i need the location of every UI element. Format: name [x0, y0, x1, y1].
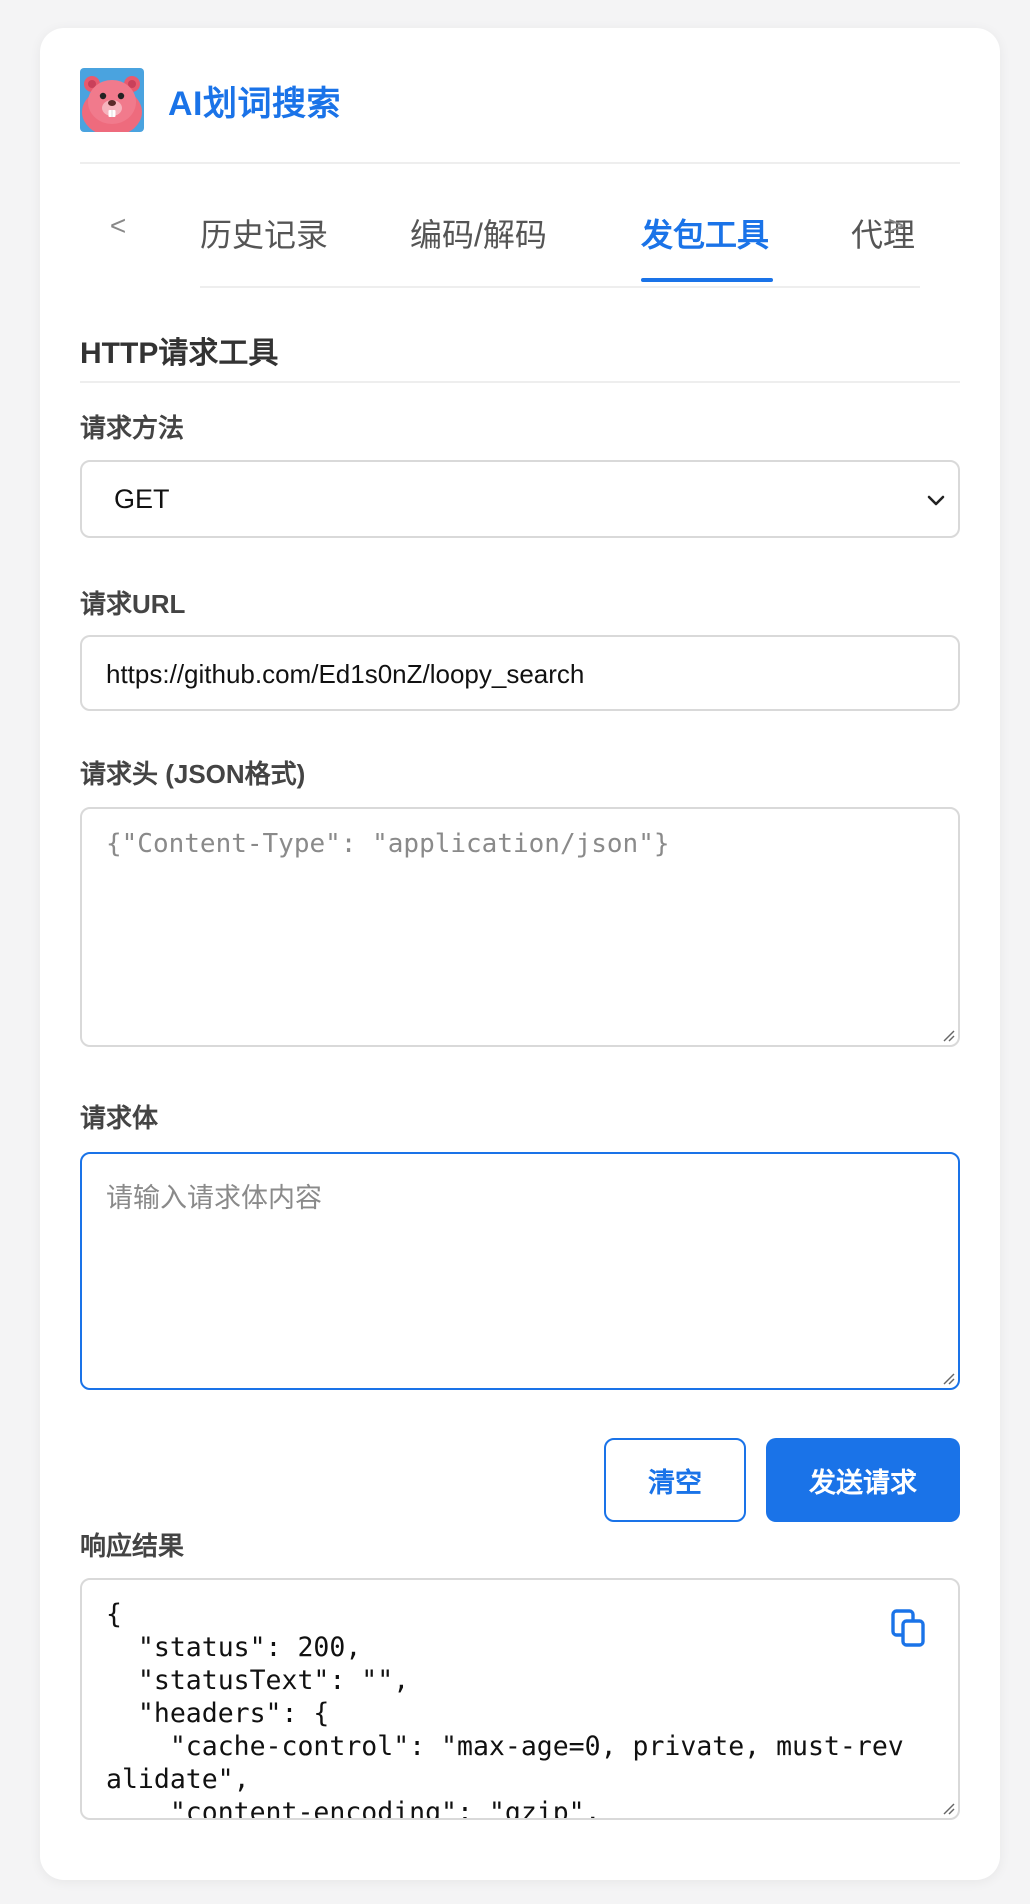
tab-bar: < 历史记录 编码/解码 发包工具 代理 > [80, 190, 960, 288]
method-label: 请求方法 [80, 413, 185, 443]
response-output[interactable]: { "status": 200, "statusText": "", "head… [80, 1578, 960, 1820]
tab-packet-tool[interactable]: 发包工具 [641, 210, 769, 256]
body-placeholder: 请输入请求体内容 [106, 1183, 322, 1213]
headers-placeholder: {"Content-Type": "application/json"} [106, 829, 670, 859]
body-label: 请求体 [80, 1103, 159, 1133]
app-title: AI划词搜索 [168, 84, 341, 123]
resize-grip-icon[interactable] [940, 1027, 956, 1043]
url-input[interactable]: https://github.com/Ed1s0nZ/loopy_search [80, 635, 960, 711]
copy-icon[interactable] [890, 1608, 928, 1648]
url-label: 请求URL [80, 589, 186, 619]
section-divider [80, 381, 960, 383]
chevron-down-icon [927, 495, 945, 506]
resize-grip-icon[interactable] [940, 1800, 956, 1816]
main-card: AI划词搜索 < 历史记录 编码/解码 发包工具 代理 > HTTP请求工具 请… [40, 28, 1000, 1880]
method-select[interactable]: GET [80, 460, 960, 538]
clear-button[interactable]: 清空 [604, 1438, 746, 1522]
resize-grip-icon[interactable] [940, 1370, 956, 1386]
beaver-logo-icon [80, 68, 144, 132]
tab-history[interactable]: 历史记录 [200, 210, 328, 256]
active-tab-indicator [641, 278, 773, 282]
header-divider [80, 162, 960, 164]
body-textarea[interactable]: 请输入请求体内容 [80, 1152, 960, 1390]
headers-label: 请求头 (JSON格式) [80, 759, 306, 789]
tab-track: 历史记录 编码/解码 发包工具 代理 [200, 190, 920, 288]
tab-encode-decode[interactable]: 编码/解码 [410, 210, 547, 256]
send-request-button[interactable]: 发送请求 [766, 1438, 960, 1522]
url-value: https://github.com/Ed1s0nZ/loopy_search [106, 659, 585, 689]
response-text: { "status": 200, "statusText": "", "head… [106, 1599, 904, 1820]
response-label: 响应结果 [80, 1531, 185, 1561]
tab-prev-arrow[interactable]: < [98, 210, 138, 242]
app-header: AI划词搜索 [80, 68, 341, 132]
headers-textarea[interactable]: {"Content-Type": "application/json"} [80, 807, 960, 1047]
method-value: GET [114, 484, 170, 514]
section-title: HTTP请求工具 [80, 337, 279, 370]
tab-next-arrow[interactable]: > [876, 210, 916, 242]
